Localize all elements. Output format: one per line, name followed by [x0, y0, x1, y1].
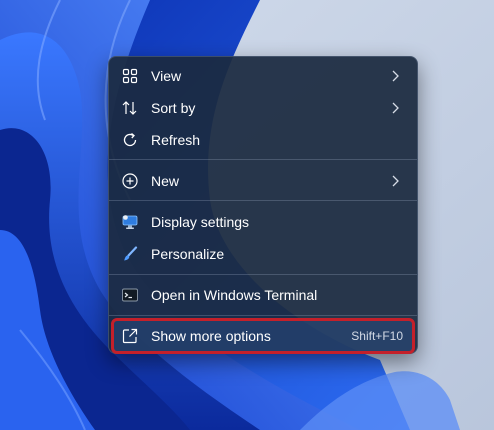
monitor-icon: [121, 213, 139, 231]
menu-divider: [109, 200, 417, 201]
keyboard-shortcut: Shift+F10: [351, 329, 403, 343]
menu-item-label: Show more options: [151, 328, 271, 344]
refresh-icon: [121, 131, 139, 149]
chevron-right-icon: [389, 174, 401, 188]
menu-item-show-more-options[interactable]: Show more options Shift+F10: [111, 318, 415, 354]
menu-divider: [109, 315, 417, 316]
menu-divider: [109, 274, 417, 275]
menu-item-label: Sort by: [151, 100, 196, 116]
chevron-right-icon: [389, 101, 401, 115]
brush-icon: [121, 245, 139, 263]
open-external-icon: [121, 327, 139, 345]
chevron-right-icon: [389, 69, 401, 83]
menu-item-label: Refresh: [151, 132, 201, 148]
menu-item-label: Personalize: [151, 246, 225, 262]
menu-item-label: Display settings: [151, 214, 250, 230]
menu-item-view[interactable]: View: [113, 60, 413, 92]
sort-arrows-icon: [121, 99, 139, 117]
plus-circle-icon: [121, 172, 139, 190]
desktop-context-menu: View Sort by Refresh New Display setting…: [108, 56, 418, 354]
menu-item-new[interactable]: New: [113, 165, 413, 197]
menu-item-personalize[interactable]: Personalize: [113, 238, 413, 270]
grid-view-icon: [121, 67, 139, 85]
menu-item-display-settings[interactable]: Display settings: [113, 206, 413, 238]
terminal-icon: [121, 286, 139, 304]
menu-item-sort-by[interactable]: Sort by: [113, 92, 413, 124]
menu-item-label: New: [151, 173, 180, 189]
menu-divider: [109, 159, 417, 160]
menu-item-refresh[interactable]: Refresh: [113, 124, 413, 156]
menu-item-open-terminal[interactable]: Open in Windows Terminal: [113, 279, 413, 311]
menu-item-label: View: [151, 68, 182, 84]
menu-item-label: Open in Windows Terminal: [151, 287, 318, 303]
